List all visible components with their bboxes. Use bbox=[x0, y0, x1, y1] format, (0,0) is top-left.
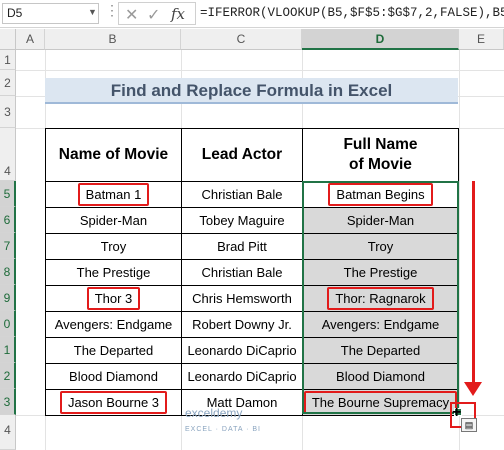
header-full-name[interactable]: Full Name of Movie bbox=[302, 128, 459, 182]
watermark: exceldemy EXCEL · DATA · BI bbox=[185, 406, 261, 434]
table-cell-actor[interactable]: Christian Bale bbox=[181, 259, 303, 286]
column-header-e[interactable]: E bbox=[459, 29, 504, 50]
name-box[interactable]: D5 bbox=[2, 3, 99, 24]
table-cell-movie[interactable]: The Departed bbox=[45, 337, 182, 364]
enter-check-icon[interactable]: ✓ bbox=[147, 5, 160, 25]
selected-range bbox=[302, 181, 459, 414]
table-cell-actor[interactable]: Chris Hemsworth bbox=[181, 285, 303, 312]
movie-value: Thor 3 bbox=[86, 287, 141, 310]
cancel-icon[interactable]: ✕ bbox=[125, 5, 138, 25]
table-cell-movie[interactable]: Spider-Man bbox=[45, 207, 182, 234]
movie-value: Avengers: Endgame bbox=[54, 317, 173, 332]
table-cell-movie[interactable]: Blood Diamond bbox=[45, 363, 182, 390]
row-header-10[interactable]: 0 bbox=[0, 311, 16, 337]
movie-value: Troy bbox=[100, 239, 127, 254]
table-cell-movie[interactable]: Batman 1 bbox=[45, 181, 182, 208]
actor-value: Christian Bale bbox=[201, 265, 283, 280]
table-cell-movie[interactable]: Avengers: Endgame bbox=[45, 311, 182, 338]
row-header-3[interactable]: 3 bbox=[0, 96, 16, 128]
row-header-6[interactable]: 6 bbox=[0, 207, 16, 233]
name-box-dropdown-icon[interactable]: ▼ bbox=[88, 7, 97, 17]
actor-value: Christian Bale bbox=[201, 187, 283, 202]
sheet-title: Find and Replace Formula in Excel bbox=[45, 78, 458, 104]
table-cell-movie[interactable]: Troy bbox=[45, 233, 182, 260]
watermark-brand: exceldemy bbox=[185, 406, 243, 420]
crosshair-cursor-icon: + bbox=[452, 404, 462, 421]
actor-value: Leonardo DiCaprio bbox=[187, 369, 297, 384]
column-header-b[interactable]: B bbox=[45, 29, 181, 50]
column-header-c[interactable]: C bbox=[181, 29, 302, 50]
table-cell-actor[interactable]: Tobey Maguire bbox=[181, 207, 303, 234]
formula-bar-grip-icon: ⋮ bbox=[105, 2, 119, 18]
table-cell-movie[interactable]: Jason Bourne 3 bbox=[45, 389, 182, 416]
movie-value: Blood Diamond bbox=[69, 369, 158, 384]
movie-value: The Departed bbox=[73, 343, 154, 358]
row-header-8[interactable]: 8 bbox=[0, 259, 16, 285]
header-name-of-movie[interactable]: Name of Movie bbox=[45, 128, 182, 182]
insert-function-icon[interactable]: fx bbox=[171, 5, 185, 23]
select-all-corner[interactable] bbox=[0, 29, 16, 50]
row-header-12[interactable]: 2 bbox=[0, 363, 16, 389]
actor-value: Brad Pitt bbox=[217, 239, 267, 254]
row-header-1[interactable]: 1 bbox=[0, 50, 16, 70]
row-header-2[interactable]: 2 bbox=[0, 70, 16, 96]
table-cell-actor[interactable]: Brad Pitt bbox=[181, 233, 303, 260]
table-cell-actor[interactable]: Christian Bale bbox=[181, 181, 303, 208]
actor-value: Leonardo DiCaprio bbox=[187, 343, 297, 358]
formula-bar-buttons: ✕ ✓ fx bbox=[118, 2, 196, 25]
row-header-11[interactable]: 1 bbox=[0, 337, 16, 363]
table-cell-movie[interactable]: The Prestige bbox=[45, 259, 182, 286]
watermark-tagline: EXCEL · DATA · BI bbox=[185, 426, 261, 433]
movie-value: The Prestige bbox=[76, 265, 151, 280]
gridline bbox=[16, 70, 504, 71]
table-cell-actor[interactable]: Leonardo DiCaprio bbox=[181, 363, 303, 390]
fill-direction-arrow bbox=[472, 181, 475, 387]
table-cell-movie[interactable]: Thor 3 bbox=[45, 285, 182, 312]
column-header-d[interactable]: D bbox=[302, 29, 459, 50]
header-lead-actor[interactable]: Lead Actor bbox=[181, 128, 303, 182]
table-cell-actor[interactable]: Robert Downy Jr. bbox=[181, 311, 303, 338]
movie-value: Batman 1 bbox=[77, 183, 150, 206]
gridline bbox=[459, 50, 460, 450]
movie-value: Jason Bourne 3 bbox=[59, 391, 168, 414]
row-header-9[interactable]: 9 bbox=[0, 285, 16, 311]
row-header-4[interactable]: 4 bbox=[0, 128, 16, 181]
row-header-13[interactable]: 3 bbox=[0, 389, 16, 415]
table-cell-actor[interactable]: Leonardo DiCaprio bbox=[181, 337, 303, 364]
actor-value: Tobey Maguire bbox=[199, 213, 285, 228]
formula-input[interactable]: =IFERROR(VLOOKUP(B5,$F$5:$G$7,2,FALSE),B… bbox=[200, 3, 504, 24]
movie-value: Spider-Man bbox=[79, 213, 148, 228]
arrow-down-icon bbox=[464, 382, 482, 396]
row-header-7[interactable]: 7 bbox=[0, 233, 16, 259]
quick-analysis-icon[interactable]: ▤ bbox=[461, 418, 477, 432]
actor-value: Robert Downy Jr. bbox=[192, 317, 292, 332]
column-header-a[interactable]: A bbox=[16, 29, 45, 50]
row-header-14[interactable]: 4 bbox=[0, 415, 16, 450]
actor-value: Chris Hemsworth bbox=[192, 291, 292, 306]
row-header-5[interactable]: 5 bbox=[0, 181, 16, 207]
